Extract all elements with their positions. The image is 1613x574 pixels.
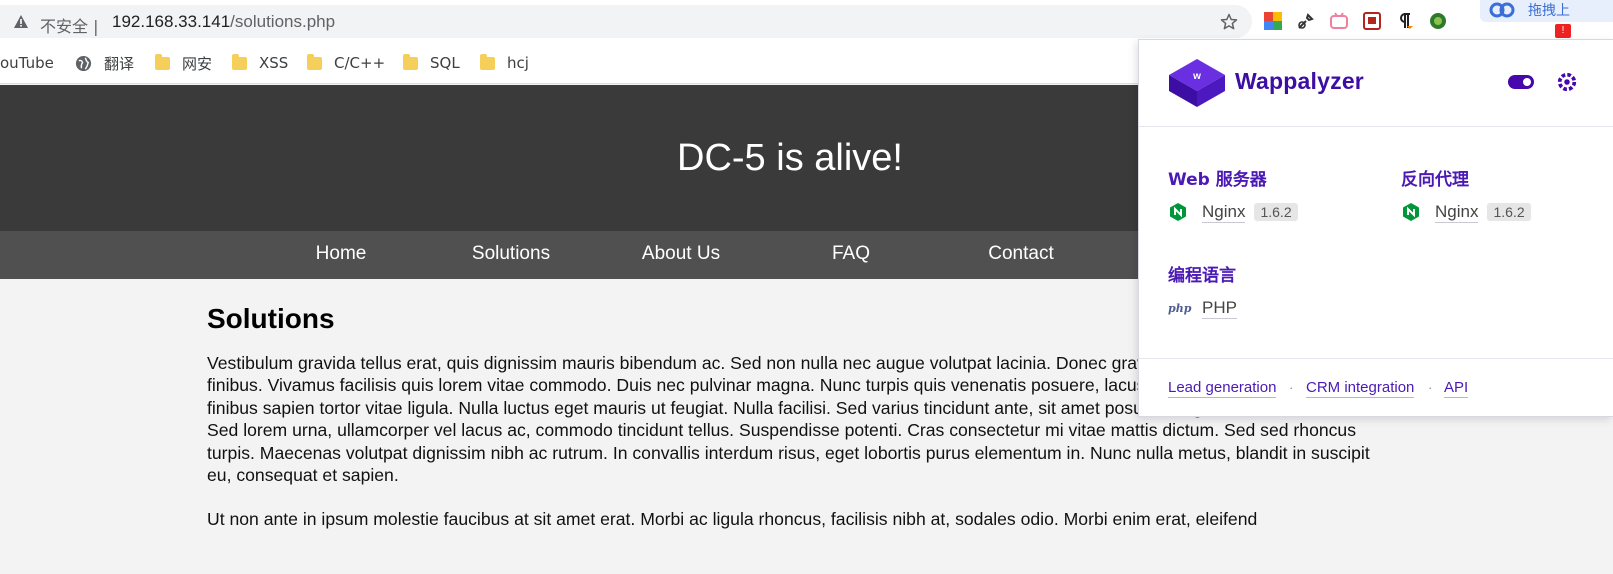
folder-icon (403, 53, 418, 70)
guitar-extension-icon[interactable] (1295, 10, 1317, 32)
tech-version: 1.6.2 (1254, 203, 1298, 221)
nav-contact[interactable]: Contact (936, 243, 1106, 265)
tech-name[interactable]: Nginx (1435, 202, 1479, 223)
bookmark-folder-cpp[interactable]: C/C++ (307, 53, 385, 73)
nav-about-us[interactable]: About Us (596, 243, 766, 265)
baidu-drag-text: 拖拽上 (1528, 3, 1570, 19)
nginx-icon (1403, 203, 1419, 221)
cloud-icon (1489, 2, 1515, 18)
category-programming-language[interactable]: 编程语言 (1168, 261, 1236, 286)
folder-icon (480, 53, 495, 70)
category-reverse-proxy[interactable]: 反向代理 (1401, 165, 1469, 190)
footer-separator: · (1289, 380, 1294, 395)
paragraph-2: Ut non ante in ipsum molestie faucibus a… (207, 509, 1258, 530)
settings-gear-icon[interactable] (1556, 71, 1578, 93)
insecure-label[interactable]: 不安全 | (40, 13, 99, 37)
crm-integration-link[interactable]: CRM integration (1306, 379, 1415, 398)
bookmark-star-icon[interactable] (1219, 12, 1239, 32)
bookmark-folder-sql[interactable]: SQL (403, 53, 460, 73)
address-bar[interactable]: 不安全 | 192.168.33.141/solutions.php (0, 5, 1252, 38)
tech-php[interactable]: php PHP (1168, 296, 1237, 320)
nav-solutions[interactable]: Solutions (426, 243, 596, 265)
color-picker-extension-icon[interactable] (1262, 10, 1284, 32)
nginx-icon (1170, 203, 1186, 221)
bookmark-folder-wangan[interactable]: 网安 (155, 53, 212, 73)
bookmark-label: C/C++ (334, 54, 386, 72)
shield-extension-icon[interactable] (1361, 10, 1383, 32)
bookmark-youtube[interactable]: ouTube (0, 53, 54, 73)
alert-badge: ! (1555, 24, 1571, 38)
bookmark-label: ouTube (0, 54, 54, 72)
api-link[interactable]: API (1444, 379, 1469, 398)
extension-icons (1262, 7, 1449, 37)
bookmark-label: XSS (259, 54, 289, 72)
wappalyzer-logo-icon: w (1169, 59, 1225, 107)
nav-home[interactable]: Home (256, 243, 426, 265)
tech-name[interactable]: PHP (1202, 298, 1237, 319)
bilibili-extension-icon[interactable] (1328, 10, 1350, 32)
tech-version: 1.6.2 (1487, 203, 1531, 221)
wappalyzer-header: w Wappalyzer (1139, 40, 1613, 127)
tech-name[interactable]: Nginx (1202, 202, 1246, 223)
php-icon: php (1168, 301, 1192, 315)
globe-icon (75, 55, 92, 71)
category-web-server[interactable]: Web 服务器 (1168, 165, 1267, 190)
bookmark-folder-hcj[interactable]: hcj (480, 53, 529, 73)
wappalyzer-title: Wappalyzer (1235, 68, 1364, 94)
nav-faq[interactable]: FAQ (766, 243, 936, 265)
tech-nginx-web-server[interactable]: Nginx 1.6.2 (1168, 200, 1298, 224)
lead-generation-link[interactable]: Lead generation (1168, 379, 1277, 398)
tech-nginx-reverse-proxy[interactable]: Nginx 1.6.2 (1401, 200, 1531, 224)
folder-icon (232, 53, 247, 70)
wappalyzer-popup: w Wappalyzer Web 服务器 Nginx 1.6.2 反向代理 Ng… (1138, 39, 1613, 417)
bookmark-folder-xss[interactable]: XSS (232, 53, 288, 73)
bookmark-label: hcj (507, 54, 529, 72)
bookmark-label: SQL (430, 54, 460, 72)
baidu-netdisk-extension[interactable]: 拖拽上 (1480, 0, 1613, 22)
warning-icon[interactable] (13, 14, 29, 29)
bookmark-label: 翻译 (104, 54, 135, 73)
wappalyzer-footer: Lead generation · CRM integration · API (1139, 358, 1613, 418)
bookmark-translate[interactable]: 翻译 (75, 53, 134, 73)
folder-icon (155, 53, 170, 70)
bookmark-label: 网安 (182, 54, 213, 73)
svg-text:w: w (1192, 71, 1201, 82)
url-text[interactable]: 192.168.33.141/solutions.php (112, 12, 335, 32)
folder-icon (307, 53, 322, 70)
footer-separator: · (1428, 380, 1433, 395)
paragraph-extension-icon[interactable] (1394, 10, 1416, 32)
enable-toggle[interactable] (1508, 75, 1534, 89)
green-extension-icon[interactable] (1427, 10, 1449, 32)
browser-toolbar: 不安全 | 192.168.33.141/solutions.php 拖拽上 ! (0, 0, 1613, 42)
